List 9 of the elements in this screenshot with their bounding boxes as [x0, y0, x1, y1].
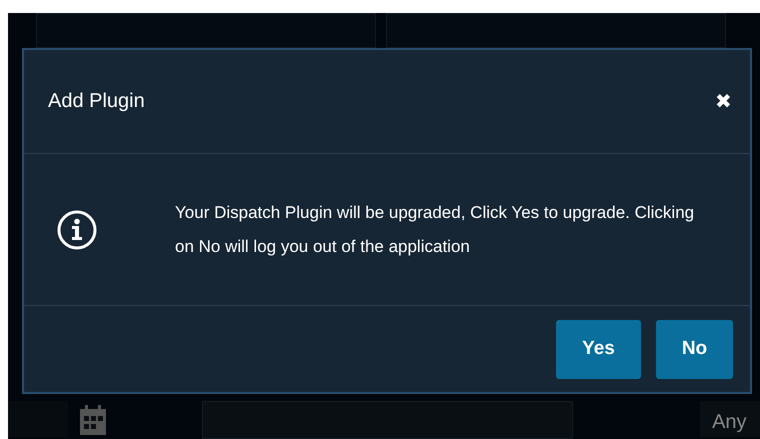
calendar-icon[interactable] — [80, 405, 106, 435]
info-icon — [56, 208, 98, 250]
no-button[interactable]: No — [656, 320, 733, 378]
dialog-message: Your Dispatch Plugin will be upgraded, Click Yes to upgrade. Clicking on No will log you out of the application — [175, 202, 695, 258]
yes-button[interactable]: Yes — [556, 320, 641, 378]
date-field[interactable] — [8, 401, 68, 437]
filter-dropdown[interactable]: Any — [700, 401, 760, 437]
dialog-title: Add Plugin — [48, 90, 145, 113]
close-button[interactable]: ✖ — [707, 85, 740, 118]
